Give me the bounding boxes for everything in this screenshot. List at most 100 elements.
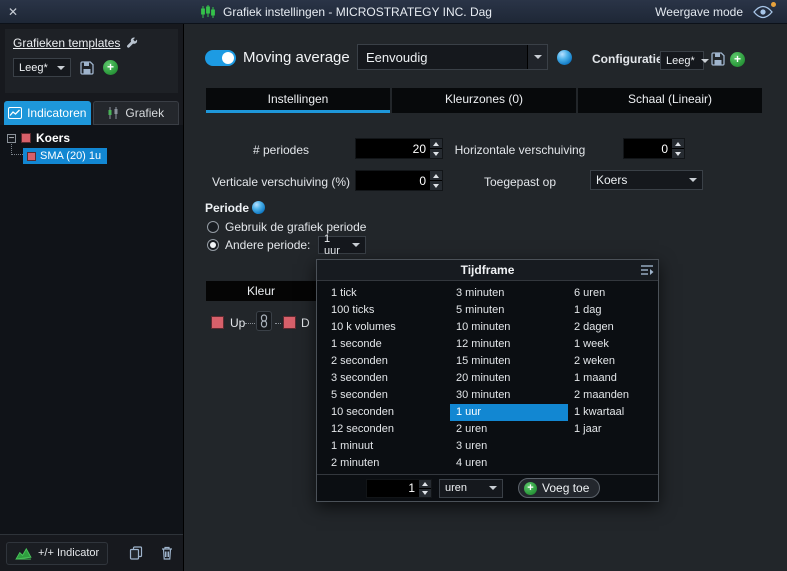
ma-type-select[interactable]: Eenvoudig [357, 44, 548, 70]
up-color-swatch[interactable] [211, 316, 224, 329]
link-colors-icon[interactable] [256, 311, 272, 331]
timeframe-column: 6 uren 1 dag 2 dagen 1 week 2 weken 1 maand 2 … [568, 285, 652, 472]
periods-field [355, 138, 443, 159]
timeframe-column: 1 tick 100 ticks 10 k volumes 1 seconde 2 se… [325, 285, 450, 472]
trash-icon[interactable] [158, 543, 176, 563]
wrench-icon[interactable] [126, 37, 138, 49]
periods-label: # periodes [252, 143, 310, 157]
hshift-input[interactable] [624, 139, 671, 158]
timeframe-option[interactable]: 1 uur [450, 404, 568, 421]
timeframe-option[interactable]: 1 seconde [325, 336, 450, 353]
timeframe-option[interactable]: 6 uren [568, 285, 652, 302]
list-menu-icon[interactable] [640, 264, 654, 276]
timeframe-option[interactable]: 10 minuten [450, 319, 568, 336]
timeframe-option[interactable]: 3 uren [450, 438, 568, 455]
timeframe-option[interactable]: 12 minuten [450, 336, 568, 353]
sma-color-swatch [27, 151, 36, 161]
timeframe-option[interactable]: 10 k volumes [325, 319, 450, 336]
timeframe-option[interactable]: 1 tick [325, 285, 450, 302]
timeframe-option[interactable]: 1 kwartaal [568, 404, 652, 421]
spinner-up-icon[interactable] [419, 479, 431, 488]
add-indicator-label: +/+ Indicator [38, 547, 100, 559]
moving-average-toggle[interactable] [205, 50, 236, 66]
timeframe-grid: 1 tick 100 ticks 10 k volumes 1 seconde 2 se… [317, 281, 658, 474]
kleur-header-label: Kleur [246, 284, 275, 298]
timeframe-option[interactable]: 3 minuten [450, 285, 568, 302]
vshift-label: Verticale verschuiving (%) [211, 175, 351, 189]
timeframe-option[interactable]: 3 seconden [325, 370, 450, 387]
hshift-label: Horizontale verschuiving [454, 143, 586, 157]
divider [245, 323, 255, 324]
copy-icon[interactable] [126, 543, 146, 563]
count-input[interactable] [367, 479, 418, 497]
close-icon[interactable]: ✕ [8, 5, 28, 19]
eye-icon[interactable] [753, 1, 776, 19]
templates-label[interactable]: Grafieken templates [13, 36, 120, 50]
timeframe-option[interactable]: 4 uren [450, 455, 568, 472]
timeframe-option[interactable]: 1 dag [568, 302, 652, 319]
timeframe-option[interactable]: 30 minuten [450, 387, 568, 404]
timeframe-option[interactable]: 15 minuten [450, 353, 568, 370]
timeframe-option[interactable]: 12 seconden [325, 421, 450, 438]
spinner-up-icon[interactable] [672, 139, 684, 148]
spinner-down-icon[interactable] [672, 149, 684, 158]
timeframe-option[interactable]: 100 ticks [325, 302, 450, 319]
config-select-value: Leeg* [666, 54, 695, 67]
tab-indicatoren-label: Indicatoren [27, 106, 87, 120]
tab-schaal[interactable]: Schaal (Lineair) [578, 88, 762, 113]
timeframe-option[interactable]: 20 minuten [450, 370, 568, 387]
tab-instellingen[interactable]: Instellingen [206, 88, 390, 113]
timeframe-option[interactable]: 10 seconden [325, 404, 450, 421]
add-indicator-button[interactable]: +/+ Indicator [6, 541, 109, 565]
tab-grafiek[interactable]: Grafiek [92, 101, 179, 125]
candlestick-chart-icon [200, 4, 216, 19]
timeframe-option[interactable]: 5 minuten [450, 302, 568, 319]
tree-item-sma[interactable]: SMA (20) 1u [23, 148, 108, 164]
timeframe-option[interactable]: 5 seconden [325, 387, 450, 404]
template-select[interactable]: Leeg* [13, 58, 71, 77]
add-config-button[interactable] [730, 52, 745, 67]
other-period-select[interactable]: 1 uur [318, 233, 366, 257]
add-template-button[interactable] [103, 60, 118, 75]
radio-chart-period[interactable] [207, 221, 219, 233]
tab-indicatoren[interactable]: Indicatoren [4, 101, 91, 125]
chevron-down-icon [57, 65, 65, 70]
timeframe-option[interactable]: 1 minuut [325, 438, 450, 455]
timeframe-option[interactable]: 1 jaar [568, 421, 652, 438]
periode-label: Periode [205, 201, 250, 215]
timeframe-option[interactable]: 1 maand [568, 370, 652, 387]
timeframe-option[interactable]: 2 minuten [325, 455, 450, 472]
vshift-input[interactable] [356, 171, 429, 190]
sidebar-bottom-bar: +/+ Indicator [0, 534, 183, 571]
save-config-icon[interactable] [711, 52, 725, 66]
periods-input[interactable] [356, 139, 429, 158]
timeframe-option[interactable]: 1 week [568, 336, 652, 353]
timeframe-option[interactable]: 2 weken [568, 353, 652, 370]
radio-other-period[interactable] [207, 239, 219, 251]
divider [275, 323, 281, 324]
spinner-down-icon[interactable] [430, 149, 442, 158]
spinner-up-icon[interactable] [430, 171, 442, 180]
spinner-down-icon[interactable] [430, 181, 442, 190]
applied-select[interactable]: Koers [590, 170, 703, 190]
info-sphere-icon[interactable] [252, 201, 265, 214]
unit-select[interactable]: uren [439, 478, 503, 498]
timeframe-option[interactable]: 2 uren [450, 421, 568, 438]
tab-kleurzones[interactable]: Kleurzones (0) [392, 88, 576, 113]
chevron-down-icon [700, 58, 709, 63]
save-template-icon[interactable] [80, 60, 94, 75]
down-color-swatch[interactable] [283, 316, 296, 329]
add-timeframe-button[interactable]: Voeg toe [518, 478, 601, 498]
spinner-up-icon[interactable] [430, 139, 442, 148]
spinner [418, 479, 431, 497]
info-sphere-icon[interactable] [557, 50, 572, 65]
tab-instellingen-label: Instellingen [267, 92, 329, 106]
applied-select-value: Koers [596, 173, 628, 187]
spinner-down-icon[interactable] [419, 488, 431, 497]
chevron-down-icon [352, 243, 360, 247]
config-select[interactable]: Leeg* [660, 51, 709, 70]
timeframe-option[interactable]: 2 seconden [325, 353, 450, 370]
timeframe-option[interactable]: 2 maanden [568, 387, 652, 404]
timeframe-option[interactable]: 2 dagen [568, 319, 652, 336]
spinner [429, 171, 442, 190]
